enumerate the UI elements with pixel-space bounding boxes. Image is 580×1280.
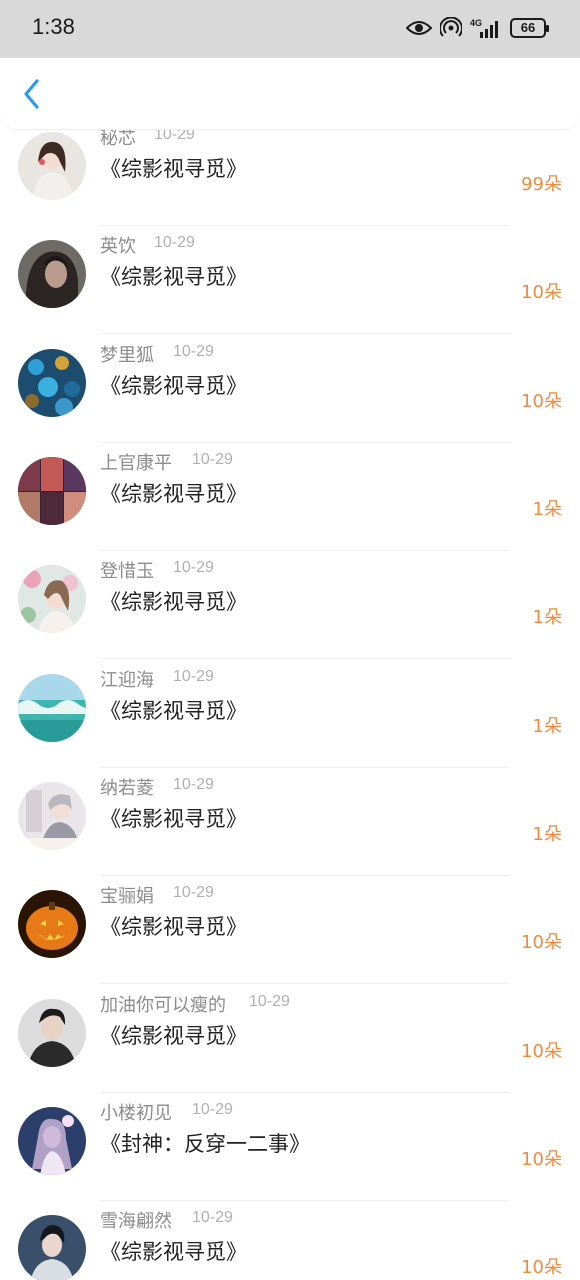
username[interactable]: 英饮 <box>100 232 136 258</box>
book-title[interactable]: 《综影视寻觅》 <box>100 695 247 725</box>
record-date: 10-29 <box>173 668 214 685</box>
gift-count: 10朵 <box>521 932 562 953</box>
book-title[interactable]: 《综影视寻觅》 <box>100 153 247 183</box>
avatar[interactable] <box>18 1107 86 1175</box>
record-date: 10-29 <box>173 884 214 901</box>
avatar[interactable] <box>18 457 86 525</box>
record-date: 10-29 <box>173 776 214 793</box>
record-date: 10-29 <box>173 343 214 360</box>
username[interactable]: 加油你可以瘦的 <box>100 991 226 1017</box>
avatar[interactable] <box>18 1215 86 1280</box>
book-title[interactable]: 《综影视寻觅》 <box>100 370 247 400</box>
username[interactable]: 小楼初见 <box>100 1099 172 1125</box>
list-item[interactable]: 秘芯 10-29 《综影视寻觅》 99朵 <box>0 118 580 226</box>
list-item[interactable]: 登惜玉 10-29 《综影视寻觅》 1朵 <box>0 551 580 659</box>
gift-count: 10朵 <box>521 1257 562 1278</box>
gift-count: 10朵 <box>521 1041 562 1062</box>
back-button[interactable] <box>14 76 50 112</box>
list-item[interactable]: 雪海翩然 10-29 《综影视寻觅》 10朵 <box>0 1201 580 1280</box>
book-title[interactable]: 《综影视寻觅》 <box>100 803 247 833</box>
username[interactable]: 江迎海 <box>100 666 154 692</box>
list-item[interactable]: 宝骊娟 10-29 《综影视寻觅》 10朵 <box>0 876 580 984</box>
record-date: 10-29 <box>192 1101 233 1118</box>
book-title[interactable]: 《综影视寻觅》 <box>100 1236 247 1266</box>
list-item[interactable]: 小楼初见 10-29 《封神：反穿一二事》 10朵 <box>0 1093 580 1201</box>
divider <box>100 658 510 659</box>
record-date: 10-29 <box>173 559 214 576</box>
avatar[interactable] <box>18 565 86 633</box>
divider <box>100 333 510 334</box>
avatar[interactable] <box>18 782 86 850</box>
gift-count: 10朵 <box>521 282 562 303</box>
gift-count: 1朵 <box>532 824 562 845</box>
divider <box>100 983 510 984</box>
book-title[interactable]: 《综影视寻觅》 <box>100 911 247 941</box>
avatar[interactable] <box>18 349 86 417</box>
chevron-left-icon <box>24 79 39 109</box>
list-item[interactable]: 英饮 10-29 《综影视寻觅》 10朵 <box>0 226 580 334</box>
book-title[interactable]: 《综影视寻觅》 <box>100 1020 247 1050</box>
gift-count: 1朵 <box>532 607 562 628</box>
book-title[interactable]: 《综影视寻觅》 <box>100 586 247 616</box>
avatar[interactable] <box>18 132 86 200</box>
username[interactable]: 上官康平 <box>100 449 172 475</box>
list-item[interactable]: 上官康平 10-29 《综影视寻觅》 1朵 <box>0 443 580 551</box>
book-title[interactable]: 《综影视寻觅》 <box>100 261 247 291</box>
record-date: 10-29 <box>192 1209 233 1226</box>
gift-count: 10朵 <box>521 1149 562 1170</box>
gift-count: 10朵 <box>521 391 562 412</box>
record-date: 10-29 <box>192 451 233 468</box>
username[interactable]: 梦里狐 <box>100 341 154 367</box>
record-date: 10-29 <box>154 234 195 251</box>
avatar[interactable] <box>18 674 86 742</box>
list-item[interactable]: 纳若菱 10-29 《综影视寻觅》 1朵 <box>0 768 580 876</box>
list-item[interactable]: 江迎海 10-29 《综影视寻觅》 1朵 <box>0 660 580 768</box>
list-item[interactable]: 加油你可以瘦的 10-29 《综影视寻觅》 10朵 <box>0 985 580 1093</box>
book-title[interactable]: 《综影视寻觅》 <box>100 478 247 508</box>
gift-count: 99朵 <box>521 174 562 195</box>
top-bar <box>0 58 580 130</box>
list-item[interactable]: 梦里狐 10-29 《综影视寻觅》 10朵 <box>0 335 580 443</box>
avatar[interactable] <box>18 240 86 308</box>
record-date: 10-29 <box>249 993 290 1010</box>
gift-record-list: 秘芯 10-29 《综影视寻觅》 99朵 英饮 10-29 《综影视寻觅》 10… <box>0 0 580 1280</box>
gift-count: 1朵 <box>532 499 562 520</box>
username[interactable]: 宝骊娟 <box>100 882 154 908</box>
username[interactable]: 雪海翩然 <box>100 1207 172 1233</box>
avatar[interactable] <box>18 890 86 958</box>
gift-count: 1朵 <box>532 716 562 737</box>
avatar[interactable] <box>18 999 86 1067</box>
username[interactable]: 纳若菱 <box>100 774 154 800</box>
username[interactable]: 登惜玉 <box>100 557 154 583</box>
book-title[interactable]: 《封神：反穿一二事》 <box>100 1128 310 1158</box>
